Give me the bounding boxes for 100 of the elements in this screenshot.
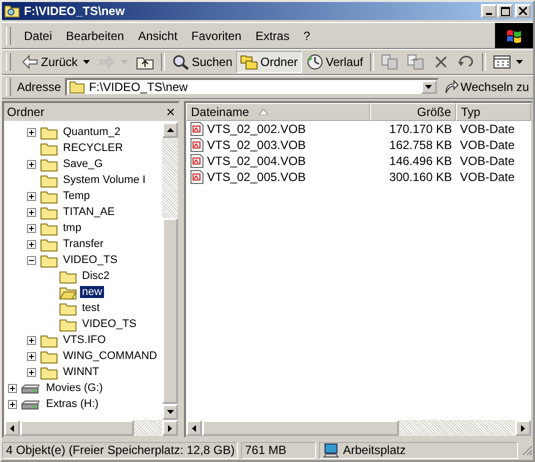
file-type: VOB-Date [459,138,516,152]
tree-item[interactable]: test [80,302,102,314]
scroll-thumb[interactable] [202,420,400,436]
menu-item[interactable]: Extras [248,26,296,44]
file-name[interactable]: VTS_02_005.VOB [207,170,306,184]
tree-item[interactable]: Temp [61,190,92,202]
history-button[interactable]: Verlauf [302,51,368,73]
expand-toggle-icon[interactable] [27,224,36,232]
left-arrow-icon [192,424,196,432]
folder-icon [40,172,58,188]
expand-toggle-icon[interactable] [27,192,36,200]
folder-icon [40,332,58,348]
tree-item[interactable]: Disc2 [80,270,112,282]
folder-icon [40,140,58,156]
folder-icon [40,124,58,140]
folder-icon [40,236,58,252]
dropdown-button[interactable] [420,80,437,94]
tree-item[interactable]: TITAN_AE [61,206,117,218]
minimize-button[interactable] [481,4,497,18]
file-name[interactable]: VTS_02_004.VOB [207,154,306,168]
folder-icon [40,364,58,380]
expand-toggle-icon[interactable] [27,240,36,248]
tree-item[interactable]: WING_COMMAND [61,350,160,362]
tree-item[interactable]: Quantum_2 [61,126,122,138]
tree-item[interactable]: RECYCLER [61,142,125,154]
maximize-button[interactable] [497,4,513,18]
folder-icon [40,220,58,236]
search-icon [172,54,190,70]
scroll-down-button[interactable] [162,404,178,420]
resize-grip-icon[interactable] [521,444,533,456]
column-header[interactable]: Dateiname [186,103,370,121]
scroll-right-button[interactable] [515,420,531,436]
file-type: VOB-Date [459,154,516,168]
computer-icon [323,442,339,458]
folders-button[interactable]: Ordner [236,51,302,73]
folder-icon [59,316,77,332]
tree-item[interactable]: System Volume I [61,174,148,186]
tree-item[interactable]: VTS.IFO [61,334,108,346]
menu-item[interactable]: Bearbeiten [59,26,132,44]
scroll-up-button[interactable] [162,122,178,138]
tree-item[interactable]: Transfer [61,238,106,250]
expand-toggle-icon[interactable] [27,368,36,376]
expand-toggle-icon[interactable] [27,336,36,344]
scrollbar[interactable] [162,122,178,420]
expand-toggle-icon[interactable] [8,384,17,392]
file-size: 162.758 KB [388,138,453,152]
menu-item[interactable]: Datei [17,26,60,44]
tree-item[interactable]: tmp [61,222,84,234]
tree-item[interactable]: new [80,286,104,298]
file-size: 300.160 KB [388,170,453,184]
menu-item[interactable]: ? [296,26,318,44]
expand-toggle-icon[interactable] [27,352,36,360]
folder-icon [40,204,58,220]
tree-item[interactable]: WINNT [61,366,102,378]
menu-item[interactable]: Ansicht [131,26,184,44]
folder-icon [40,252,58,268]
folder-icon [40,348,58,364]
video-file-icon [190,170,204,184]
scroll-left-button[interactable] [186,420,202,436]
address-field[interactable]: F:\VIDEO_TS\new [65,78,439,96]
video-file-icon [190,122,204,136]
search-button[interactable]: Suchen [168,51,236,73]
file-name[interactable]: VTS_02_002.VOB [207,122,306,136]
clock-icon [306,54,324,70]
expand-toggle-icon[interactable] [27,256,36,264]
folder-icon [40,188,58,204]
scrollbar[interactable] [186,420,531,436]
column-header[interactable]: Typ [456,103,531,121]
close-button[interactable]: × [166,104,175,120]
left-arrow-icon [10,424,14,432]
scroll-thumb[interactable] [162,218,178,404]
tree-item[interactable]: Movies (G:) [44,382,105,394]
right-arrow-icon [168,424,172,432]
menu-item[interactable]: Favoriten [184,26,248,44]
tree-item[interactable]: Extras (H:) [44,398,101,410]
flag-icon [505,28,523,44]
back-button[interactable]: Zurück [17,51,94,73]
scroll-left-button[interactable] [4,420,20,436]
expand-toggle-icon[interactable] [27,208,36,216]
folders-icon [240,54,258,70]
column-header[interactable]: Größe [370,103,456,121]
window-title: F:\VIDEO_TS\new [24,4,126,18]
scroll-thumb[interactable] [20,420,134,436]
file-type: VOB-Date [459,122,516,136]
scrollbar[interactable] [4,420,178,436]
close-icon [519,7,527,15]
expand-toggle-icon[interactable] [27,160,36,168]
down-arrow-icon [166,410,174,414]
file-size: 146.496 KB [388,154,453,168]
expand-toggle-icon[interactable] [27,128,36,136]
tree-item[interactable]: VIDEO_TS [61,254,120,266]
folder-icon [40,156,58,172]
go-button[interactable]: Wechseln zu [438,79,533,95]
scroll-right-button[interactable] [162,420,178,436]
maximize-icon [500,6,510,16]
close-button[interactable] [515,4,531,18]
tree-item[interactable]: VIDEO_TS [80,318,138,330]
expand-toggle-icon[interactable] [8,400,17,408]
file-name[interactable]: VTS_02_003.VOB [207,138,306,152]
tree-item[interactable]: Save_G [61,158,105,170]
